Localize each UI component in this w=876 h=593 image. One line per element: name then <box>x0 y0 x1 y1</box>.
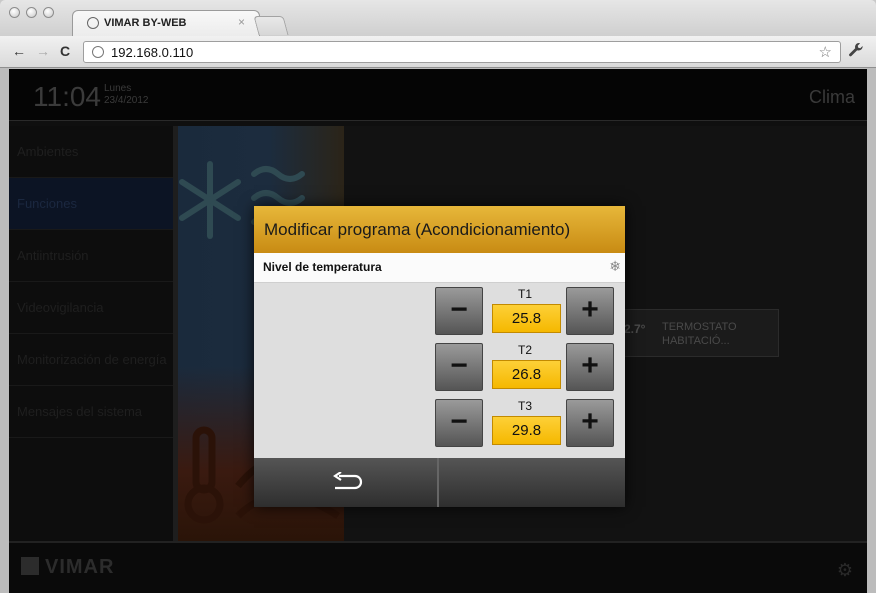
thermostat-name-line1: TERMOSTATO <box>662 321 737 333</box>
browser-window: VIMAR BY-WEB × ← → C 192.168.0.110 ☆ 11:… <box>0 0 876 593</box>
level-label: T1 <box>517 287 532 301</box>
vimar-logo-mark <box>21 557 39 575</box>
dialog-title: Modificar programa (Acondicionamiento) <box>264 220 571 239</box>
app-header: 11:04 Lunes 23/4/2012 Clima <box>9 69 867 121</box>
temperature-row-t2: − T2 26.8 + <box>435 343 615 393</box>
sidebar: Ambientes Funciones Antiintrusión Videov… <box>9 126 173 541</box>
confirm-button[interactable] <box>441 458 625 507</box>
decrease-t2-button[interactable]: − <box>435 343 483 391</box>
browser-toolbar: ← → C 192.168.0.110 ☆ <box>0 36 876 68</box>
sidebar-item-monitorizacion[interactable]: Monitorización de energía <box>9 334 173 386</box>
sidebar-item-mensajes[interactable]: Mensajes del sistema <box>9 386 173 438</box>
back-button[interactable]: ← <box>12 44 26 58</box>
page-title: Clima <box>808 87 855 107</box>
section-title: Nivel de temperatura <box>263 260 382 274</box>
return-arrow-icon <box>333 472 363 490</box>
app-footer: VIMAR ⚙ <box>9 541 867 593</box>
clock-time: 11:04 <box>33 81 101 112</box>
edit-program-dialog: Modificar programa (Acondicionamiento) N… <box>254 206 625 507</box>
vimar-logo: VIMAR <box>21 556 114 579</box>
sidebar-item-videovigilancia[interactable]: Videovigilancia <box>9 282 173 334</box>
zoom-window-button[interactable] <box>43 7 54 18</box>
tab-title: VIMAR BY-WEB <box>104 17 187 29</box>
level-label: T2 <box>517 343 532 357</box>
tab-strip: VIMAR BY-WEB × <box>0 0 876 36</box>
increase-t1-button[interactable]: + <box>566 287 614 335</box>
thermostat-temperature: 2.7° <box>624 322 646 336</box>
thermostat-tile[interactable]: 2.7° TERMOSTATO HABITACIÓ... <box>621 309 779 357</box>
dialog-subheader: Nivel de temperatura ❄ <box>254 253 625 283</box>
globe-icon <box>92 46 104 58</box>
increase-t2-button[interactable]: + <box>566 343 614 391</box>
new-tab-button[interactable] <box>253 16 289 35</box>
star-icon[interactable]: ☆ <box>819 43 832 61</box>
close-window-button[interactable] <box>9 7 20 18</box>
dialog-footer <box>254 458 625 507</box>
level-value: 25.8 <box>492 304 561 333</box>
sidebar-item-funciones[interactable]: Funciones <box>9 178 173 230</box>
wrench-icon[interactable] <box>848 42 864 63</box>
globe-icon <box>87 17 99 29</box>
level-value: 26.8 <box>492 360 561 389</box>
temperature-row-t3: − T3 29.8 + <box>435 399 615 449</box>
tab-close-button[interactable]: × <box>238 15 245 29</box>
increase-t3-button[interactable]: + <box>566 399 614 447</box>
dialog-header: Modificar programa (Acondicionamiento) <box>254 206 625 253</box>
level-value: 29.8 <box>492 416 561 445</box>
url-text[interactable]: 192.168.0.110 <box>111 45 193 60</box>
thermostat-name: TERMOSTATO HABITACIÓ... <box>662 320 737 348</box>
temperature-row-t1: − T1 25.8 + <box>435 287 615 337</box>
level-label: T3 <box>517 399 532 413</box>
reload-button[interactable]: C <box>60 44 70 58</box>
thermostat-name-line2: HABITACIÓ... <box>662 335 730 347</box>
decrease-t1-button[interactable]: − <box>435 287 483 335</box>
clock-day: Lunes <box>104 83 132 94</box>
browser-tab[interactable]: VIMAR BY-WEB × <box>72 10 260 36</box>
clock-date: 23/4/2012 <box>104 95 149 106</box>
back-button[interactable] <box>254 458 439 507</box>
forward-button[interactable]: → <box>36 44 50 58</box>
decrease-t3-button[interactable]: − <box>435 399 483 447</box>
sidebar-item-antiintrusion[interactable]: Antiintrusión <box>9 230 173 282</box>
address-bar[interactable]: 192.168.0.110 ☆ <box>83 41 841 63</box>
sidebar-item-ambientes[interactable]: Ambientes <box>9 126 173 178</box>
settings-icon[interactable]: ⚙ <box>837 560 853 581</box>
minimize-window-button[interactable] <box>26 7 37 18</box>
brand-name: VIMAR <box>45 556 115 578</box>
snowflake-icon: ❄ <box>609 258 621 274</box>
